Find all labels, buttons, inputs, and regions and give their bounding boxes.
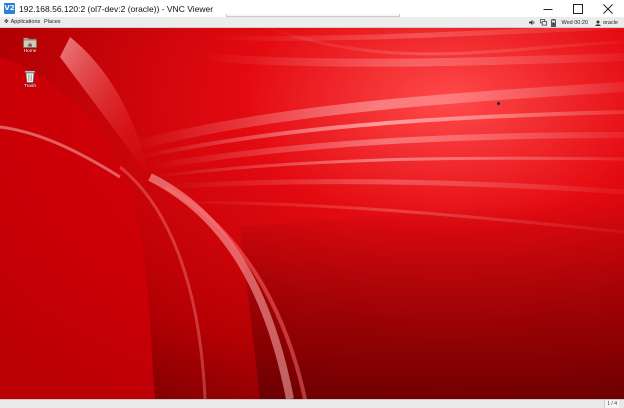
applications-menu-label: Applications xyxy=(10,19,41,25)
minimize-button[interactable] xyxy=(533,0,563,17)
desktop-icon-label: Home xyxy=(23,49,37,54)
title-bar[interactable]: V2 192.168.56.120:2 (ol7-dev:2 (oracle))… xyxy=(0,0,624,17)
workspace-switcher[interactable]: 1 / 4 xyxy=(604,400,619,408)
vnc-viewer-window: V2 192.168.56.120:2 (ol7-dev:2 (oracle))… xyxy=(0,0,624,408)
close-icon xyxy=(603,3,613,14)
desktop-icon-home[interactable]: Home xyxy=(18,36,42,54)
close-button[interactable] xyxy=(593,0,623,17)
vnc-viewer-app-icon[interactable]: V2 xyxy=(4,3,15,14)
applications-menu[interactable]: ✥ Applications xyxy=(4,19,40,25)
desktop-icon-label: Trash xyxy=(23,84,37,89)
minimize-icon xyxy=(543,8,553,10)
volume-icon[interactable] xyxy=(528,19,536,26)
user-name: oracle xyxy=(603,19,618,26)
maximize-button[interactable] xyxy=(563,0,593,17)
remote-desktop-view[interactable]: ✥ Applications Places Wed 00:20 oracle H… xyxy=(0,17,624,399)
status-area[interactable]: Wed 00:20 oracle xyxy=(525,18,618,27)
user-icon xyxy=(595,20,601,26)
window-title: 192.168.56.120:2 (ol7-dev:2 (oracle)) - … xyxy=(19,3,214,14)
desktop-icon-trash[interactable]: Trash xyxy=(18,69,42,89)
desktop-wallpaper xyxy=(0,17,624,399)
battery-icon[interactable] xyxy=(550,18,556,27)
places-menu-label: Places xyxy=(44,19,61,25)
trash-icon xyxy=(24,70,36,83)
home-folder-icon xyxy=(23,37,37,48)
remote-mouse-cursor xyxy=(497,102,500,105)
applications-icon: ✥ xyxy=(4,19,9,25)
gnome-bottom-panel: 1 / 4 xyxy=(0,399,624,408)
gnome-top-panel: ✥ Applications Places Wed 00:20 oracle xyxy=(0,17,624,28)
network-icon[interactable] xyxy=(539,19,547,26)
clock[interactable]: Wed 00:20 xyxy=(562,20,589,26)
maximize-icon xyxy=(573,3,583,14)
user-menu[interactable]: oracle xyxy=(595,20,618,26)
places-menu[interactable]: Places xyxy=(44,19,61,25)
